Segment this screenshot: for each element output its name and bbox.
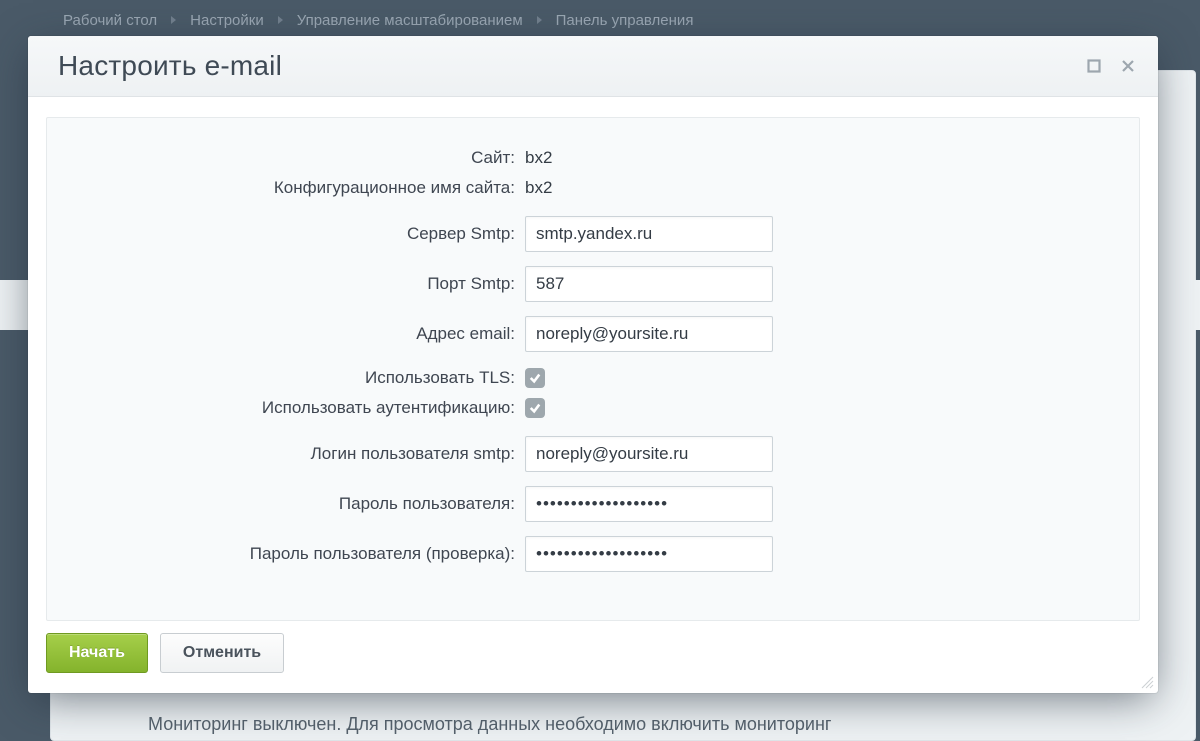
chevron-right-icon bbox=[278, 16, 283, 24]
smtp-port-input[interactable] bbox=[525, 266, 773, 302]
chevron-right-icon bbox=[171, 16, 176, 24]
breadcrumb-item[interactable]: Настройки bbox=[190, 12, 264, 29]
resize-handle[interactable] bbox=[1138, 673, 1154, 689]
chevron-right-icon bbox=[537, 16, 542, 24]
breadcrumb-item[interactable]: Управление масштабированием bbox=[297, 12, 523, 29]
config-name-value: bx2 bbox=[525, 178, 552, 198]
breadcrumb-item[interactable]: Рабочий стол bbox=[63, 12, 157, 29]
cancel-button[interactable]: Отменить bbox=[160, 633, 284, 673]
smtp-port-label: Порт Smtp: bbox=[65, 274, 525, 294]
breadcrumb: Рабочий стол Настройки Управление масшта… bbox=[63, 8, 1200, 32]
password-input[interactable] bbox=[525, 486, 773, 522]
password-label: Пароль пользователя: bbox=[65, 494, 525, 514]
email-address-input[interactable] bbox=[525, 316, 773, 352]
resize-grip-icon bbox=[1138, 673, 1154, 689]
maximize-icon bbox=[1087, 59, 1101, 73]
maximize-button[interactable] bbox=[1086, 58, 1102, 74]
use-tls-label: Использовать TLS: bbox=[65, 368, 525, 388]
password-confirm-label: Пароль пользователя (проверка): bbox=[65, 544, 525, 564]
email-settings-dialog: Настроить e-mail Сайт: bx2 Конфигурацион… bbox=[28, 36, 1158, 693]
smtp-login-input[interactable] bbox=[525, 436, 773, 472]
check-icon bbox=[529, 402, 541, 414]
smtp-server-input[interactable] bbox=[525, 216, 773, 252]
dialog-header[interactable]: Настроить e-mail bbox=[28, 36, 1158, 97]
form-panel: Сайт: bx2 Конфигурационное имя сайта: bx… bbox=[46, 117, 1140, 621]
dialog-footer: Начать Отменить bbox=[28, 627, 1158, 693]
use-auth-label: Использовать аутентификацию: bbox=[65, 398, 525, 418]
breadcrumb-item[interactable]: Панель управления bbox=[556, 12, 694, 29]
close-icon bbox=[1121, 59, 1135, 73]
email-address-label: Адрес email: bbox=[65, 324, 525, 344]
monitoring-disabled-note: Мониторинг выключен. Для просмотра данны… bbox=[148, 714, 831, 735]
smtp-login-label: Логин пользователя smtp: bbox=[65, 444, 525, 464]
password-confirm-input[interactable] bbox=[525, 536, 773, 572]
start-button[interactable]: Начать bbox=[46, 633, 148, 673]
site-label: Сайт: bbox=[65, 148, 525, 168]
site-value: bx2 bbox=[525, 148, 552, 168]
check-icon bbox=[529, 372, 541, 384]
dialog-title: Настроить e-mail bbox=[58, 50, 282, 82]
use-tls-checkbox[interactable] bbox=[525, 368, 545, 388]
config-name-label: Конфигурационное имя сайта: bbox=[65, 178, 525, 198]
smtp-server-label: Сервер Smtp: bbox=[65, 224, 525, 244]
use-auth-checkbox[interactable] bbox=[525, 398, 545, 418]
close-button[interactable] bbox=[1120, 58, 1136, 74]
